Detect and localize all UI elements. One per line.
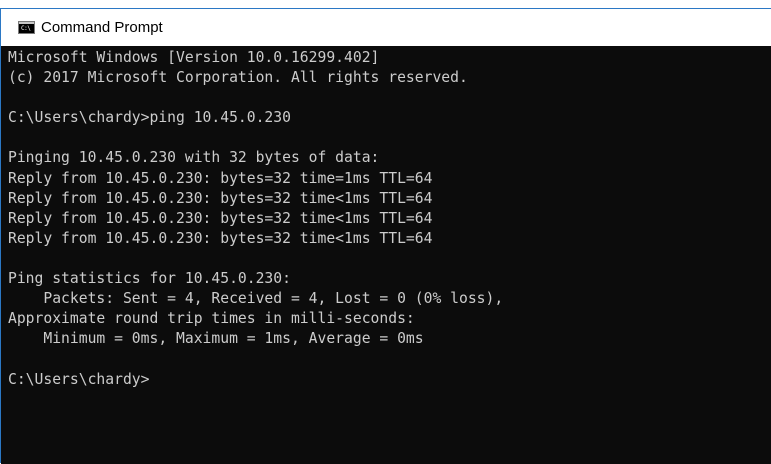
console-line-reply-4: Reply from 10.45.0.230: bytes=32 time<1m… — [8, 229, 433, 247]
console-line-reply-1: Reply from 10.45.0.230: bytes=32 time=1m… — [8, 169, 433, 187]
console-line-ping-command: C:\Users\chardy>ping 10.45.0.230 — [8, 109, 291, 127]
console-line-version: Microsoft Windows [Version 10.0.16299.40… — [8, 49, 380, 66]
command-prompt-window: C:\ Command Prompt Microsoft Windows [Ve… — [0, 8, 771, 464]
console-line-reply-2: Reply from 10.45.0.230: bytes=32 time<1m… — [8, 189, 433, 207]
console-line-copyright: (c) 2017 Microsoft Corporation. All righ… — [8, 69, 468, 87]
console-output-area[interactable]: Microsoft Windows [Version 10.0.16299.40… — [1, 46, 771, 464]
console-line-pinging: Pinging 10.45.0.230 with 32 bytes of dat… — [8, 149, 380, 167]
window-title: Command Prompt — [41, 19, 163, 36]
console-line-round-trip-times: Minimum = 0ms, Maximum = 1ms, Average = … — [8, 330, 424, 348]
console-line-reply-3: Reply from 10.45.0.230: bytes=32 time<1m… — [8, 209, 433, 227]
title-bar[interactable]: C:\ Command Prompt — [1, 9, 771, 46]
console-line-round-trip-header: Approximate round trip times in milli-se… — [8, 310, 415, 328]
command-prompt-icon-glyph: C:\ — [21, 25, 31, 32]
console-line-statistics-header: Ping statistics for 10.45.0.230: — [8, 270, 291, 288]
console-lines: Microsoft Windows [Version 10.0.16299.40… — [8, 48, 503, 390]
command-prompt-icon[interactable]: C:\ — [18, 21, 35, 34]
console-prompt[interactable]: C:\Users\chardy> — [8, 370, 503, 390]
console-line-packets: Packets: Sent = 4, Received = 4, Lost = … — [8, 290, 504, 308]
